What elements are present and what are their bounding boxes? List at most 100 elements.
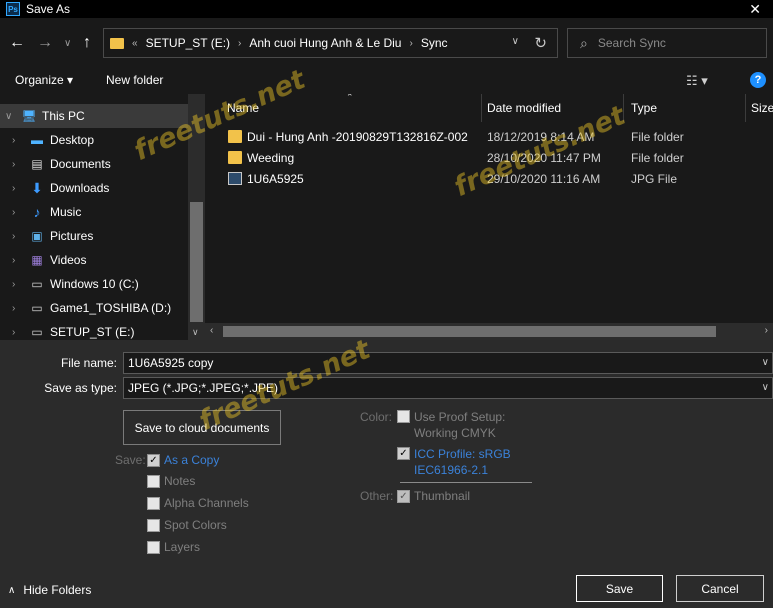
breadcrumb-segment-drive[interactable]: SETUP_ST (E:) xyxy=(146,36,230,50)
downloads-icon: ⬇ xyxy=(31,179,43,196)
help-icon[interactable]: ? xyxy=(750,72,766,88)
tree-item-pictures[interactable]: › ▣ Pictures xyxy=(0,224,188,248)
scroll-left-icon[interactable]: ‹ xyxy=(210,325,213,336)
search-box[interactable]: ⌕ xyxy=(567,28,767,58)
address-bar[interactable]: « SETUP_ST (E:) › Anh cuoi Hung Anh & Le… xyxy=(103,28,558,58)
chevron-down-icon[interactable]: ∨ xyxy=(762,357,769,368)
proof-setup-checkbox xyxy=(397,410,410,423)
refresh-icon[interactable]: ↻ xyxy=(534,34,547,52)
as-a-copy-checkbox[interactable]: ✓ xyxy=(147,453,160,467)
tree-item-downloads[interactable]: › ⬇ Downloads xyxy=(0,176,188,200)
pictures-icon: ▣ xyxy=(31,229,43,243)
tree-item-desktop[interactable]: › ▬ Desktop xyxy=(0,128,188,152)
icc-profile-label[interactable]: ICC Profile: sRGB IEC61966-2.1 xyxy=(414,447,511,477)
chevron-up-icon[interactable]: ∧ xyxy=(8,585,15,596)
breadcrumb-segment-folder[interactable]: Anh cuoi Hung Anh & Le Diu xyxy=(249,36,401,50)
proof-setup-option: Use Proof Setup: Working CMYK xyxy=(397,410,505,440)
icc-profile-option[interactable]: ✓ ICC Profile: sRGB IEC61966-2.1 xyxy=(397,447,511,477)
up-arrow-icon[interactable]: ↑ xyxy=(83,34,91,52)
file-name-value[interactable]: 1U6A5925 copy xyxy=(128,356,213,370)
search-input[interactable] xyxy=(597,36,748,50)
save-button[interactable]: Save xyxy=(576,575,663,602)
expand-chevron-icon[interactable]: › xyxy=(12,279,15,290)
column-divider[interactable] xyxy=(481,94,482,122)
expand-chevron-icon[interactable]: › xyxy=(12,327,15,338)
scrollbar-thumb[interactable] xyxy=(223,326,716,337)
address-dropdown-icon[interactable]: ∨ xyxy=(512,36,519,47)
tree-item-drive-e[interactable]: › ▭ SETUP_ST (E:) xyxy=(0,320,188,340)
tree-item-label: Music xyxy=(50,205,82,219)
tree-item-this-pc[interactable]: ∨ 🖥 This PC xyxy=(0,104,188,128)
expand-chevron-icon[interactable]: › xyxy=(12,303,15,314)
alpha-channels-option: Alpha Channels xyxy=(147,496,249,510)
organize-menu-button[interactable]: Organize ▾ xyxy=(15,73,73,87)
tree-item-documents[interactable]: › ▤ Documents xyxy=(0,152,188,176)
address-overflow[interactable]: « xyxy=(132,38,138,49)
column-divider[interactable] xyxy=(745,94,746,122)
column-name[interactable]: Name xyxy=(227,101,259,115)
as-a-copy-option[interactable]: ✓ As a Copy xyxy=(147,453,219,467)
layers-option: Layers xyxy=(147,540,200,554)
column-size[interactable]: Size xyxy=(751,101,773,115)
scrollbar-thumb[interactable] xyxy=(190,202,203,322)
expand-chevron-icon[interactable]: › xyxy=(12,207,15,218)
file-name: 1U6A5925 xyxy=(247,172,304,186)
expand-chevron-icon[interactable]: › xyxy=(12,183,15,194)
breadcrumb-segment-current[interactable]: Sync xyxy=(421,36,448,50)
pc-icon: 🖥 xyxy=(21,109,37,123)
command-toolbar: Organize ▾ New folder ☷ ▾ ? xyxy=(0,70,773,94)
tree-item-label: Pictures xyxy=(50,229,94,243)
column-type[interactable]: Type xyxy=(631,101,657,115)
tree-item-label: Game1_TOSHIBA (D:) xyxy=(50,301,172,315)
file-name: Weeding xyxy=(247,151,295,165)
file-row[interactable]: 1U6A5925 29/10/2020 11:16 AM JPG File xyxy=(205,169,773,190)
save-to-cloud-button[interactable]: Save to cloud documents xyxy=(123,410,281,445)
folder-icon xyxy=(110,37,124,49)
tree-item-videos[interactable]: › ▦ Videos xyxy=(0,248,188,272)
save-as-type-select[interactable]: JPEG (*.JPG;*.JPEG;*.JPE) ∨ xyxy=(123,377,773,399)
forward-arrow-icon[interactable]: → xyxy=(37,34,53,52)
scroll-right-icon[interactable]: › xyxy=(765,325,768,336)
column-date-modified[interactable]: Date modified xyxy=(487,101,561,115)
collapse-chevron-icon[interactable]: ∨ xyxy=(5,111,12,122)
cancel-button[interactable]: Cancel xyxy=(676,575,764,602)
tree-item-music[interactable]: › ♪ Music xyxy=(0,200,188,224)
file-row[interactable]: Dui - Hung Anh -20190829T132816Z-002 18/… xyxy=(205,127,773,148)
breadcrumb-separator-icon[interactable]: › xyxy=(409,38,412,49)
spot-colors-option: Spot Colors xyxy=(147,518,227,532)
column-divider[interactable] xyxy=(623,94,624,122)
view-options-icon[interactable]: ☷ ▾ xyxy=(686,73,708,89)
videos-icon: ▦ xyxy=(31,253,43,267)
icc-profile-checkbox[interactable]: ✓ xyxy=(397,447,410,460)
notes-checkbox xyxy=(147,474,160,488)
expand-chevron-icon[interactable]: › xyxy=(12,135,15,146)
proof-setup-label: Use Proof Setup: Working CMYK xyxy=(414,410,505,440)
chevron-down-icon[interactable]: ∨ xyxy=(762,382,769,393)
save-as-type-value: JPEG (*.JPG;*.JPEG;*.JPE) xyxy=(128,381,279,395)
navigation-scrollbar[interactable]: ∨ xyxy=(188,94,205,340)
scroll-down-icon[interactable]: ∨ xyxy=(192,327,199,338)
back-arrow-icon[interactable]: ← xyxy=(9,34,25,52)
expand-chevron-icon[interactable]: › xyxy=(12,231,15,242)
hide-folders-label[interactable]: Hide Folders xyxy=(23,583,91,597)
tree-item-label: Windows 10 (C:) xyxy=(50,277,139,291)
spot-colors-checkbox xyxy=(147,518,160,532)
tree-item-drive-c[interactable]: › ▭ Windows 10 (C:) xyxy=(0,272,188,296)
save-options-panel: File name: 1U6A5925 copy ∨ Save as type:… xyxy=(0,340,773,608)
proof-setup-line1: Use Proof Setup: xyxy=(414,410,506,424)
new-folder-button[interactable]: New folder xyxy=(106,73,163,87)
as-a-copy-label[interactable]: As a Copy xyxy=(164,453,219,467)
title-bar: Ps Save As ✕ xyxy=(0,0,773,18)
expand-chevron-icon[interactable]: › xyxy=(12,159,15,170)
file-name-field[interactable]: 1U6A5925 copy ∨ xyxy=(123,352,773,374)
recent-locations-chevron-icon[interactable]: ∨ xyxy=(64,38,71,49)
expand-chevron-icon[interactable]: › xyxy=(12,255,15,266)
file-list-scrollbar[interactable]: ‹ › xyxy=(205,323,773,340)
file-row[interactable]: Weeding 28/10/2020 11:47 PM File folder xyxy=(205,148,773,169)
hide-folders-toggle[interactable]: ∧ Hide Folders xyxy=(8,583,91,597)
breadcrumb-separator-icon[interactable]: › xyxy=(238,38,241,49)
tree-item-drive-d[interactable]: › ▭ Game1_TOSHIBA (D:) xyxy=(0,296,188,320)
file-name: Dui - Hung Anh -20190829T132816Z-002 xyxy=(247,130,468,144)
file-date: 29/10/2020 11:16 AM xyxy=(487,172,601,186)
close-icon[interactable]: ✕ xyxy=(749,0,761,18)
